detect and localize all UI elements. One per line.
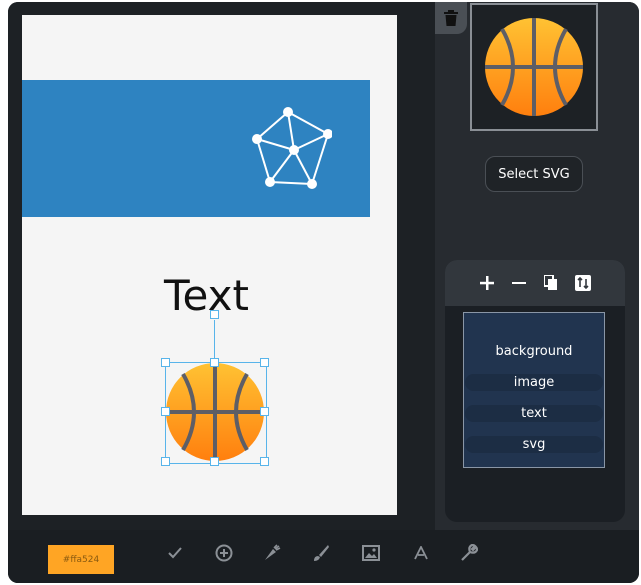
delete-button[interactable] bbox=[435, 2, 467, 34]
resize-handle-tc[interactable] bbox=[210, 358, 219, 367]
reorder-layer-button[interactable] bbox=[573, 273, 593, 293]
basketball-preview-icon bbox=[485, 18, 583, 116]
canvas-text-layer[interactable]: Text bbox=[164, 271, 249, 320]
add-layer-button[interactable] bbox=[477, 273, 497, 293]
layer-item-background[interactable]: background bbox=[465, 343, 603, 360]
check-icon[interactable] bbox=[164, 542, 186, 564]
resize-handle-ml[interactable] bbox=[161, 407, 170, 416]
carrot-icon[interactable] bbox=[261, 542, 283, 564]
resize-handle-tr[interactable] bbox=[260, 358, 269, 367]
selection-box bbox=[165, 362, 267, 464]
rotation-line bbox=[214, 320, 215, 363]
svg-preview bbox=[470, 3, 598, 131]
network-icon bbox=[252, 107, 332, 189]
image-icon[interactable] bbox=[360, 542, 382, 564]
layer-item-text[interactable]: text bbox=[465, 405, 603, 422]
layers-toolbar bbox=[445, 260, 625, 306]
resize-handle-bl[interactable] bbox=[161, 457, 170, 466]
design-canvas[interactable]: Text bbox=[22, 15, 397, 515]
layer-item-image[interactable]: image bbox=[465, 374, 603, 391]
minus-icon bbox=[512, 282, 526, 284]
color-picker[interactable]: #ffa524 bbox=[48, 545, 114, 574]
add-circle-icon[interactable] bbox=[213, 542, 235, 564]
resize-handle-tl[interactable] bbox=[161, 358, 170, 367]
copy-icon bbox=[544, 275, 557, 290]
plus-icon bbox=[480, 276, 494, 290]
layers-panel: background image text svg bbox=[445, 260, 625, 522]
layer-item-svg[interactable]: svg bbox=[465, 436, 603, 453]
resize-handle-bc[interactable] bbox=[210, 457, 219, 466]
layers-list: background image text svg bbox=[463, 312, 605, 468]
sort-icon bbox=[575, 275, 591, 291]
app-window: Text Select SVG background image text sv… bbox=[8, 2, 639, 583]
trash-icon bbox=[444, 10, 458, 26]
canvas-area: Text bbox=[8, 2, 434, 530]
select-svg-button[interactable]: Select SVG bbox=[485, 156, 583, 192]
remove-layer-button[interactable] bbox=[509, 273, 529, 293]
font-icon[interactable] bbox=[410, 542, 432, 564]
brush-icon[interactable] bbox=[310, 542, 332, 564]
rotate-handle[interactable] bbox=[210, 310, 219, 319]
resize-handle-mr[interactable] bbox=[260, 407, 269, 416]
duplicate-layer-button[interactable] bbox=[541, 273, 561, 293]
canvas-banner-image[interactable] bbox=[22, 80, 370, 217]
resize-handle-br[interactable] bbox=[260, 457, 269, 466]
properties-sidebar: Select SVG background image text svg bbox=[435, 2, 639, 530]
wrench-icon[interactable] bbox=[458, 542, 480, 564]
bottom-toolbar: #ffa524 bbox=[8, 530, 639, 583]
